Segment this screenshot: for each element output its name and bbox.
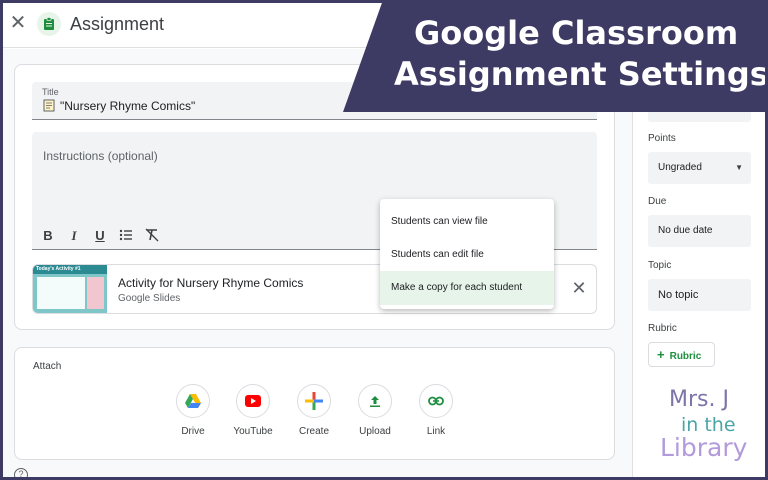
attach-create-button[interactable]: Create [284, 384, 344, 437]
add-rubric-button[interactable]: + Rubric [648, 342, 715, 367]
for-selector[interactable] [648, 96, 751, 122]
attach-link-button[interactable]: Link [406, 384, 466, 437]
dropdown-arrow-icon: ▼ [735, 163, 743, 172]
title-label: Title [42, 87, 59, 97]
link-icon [428, 396, 444, 406]
slides-thumbnail: Today's Activity #1 [33, 265, 107, 313]
bold-button[interactable]: B [40, 228, 56, 244]
plus-icon: + [657, 347, 665, 362]
due-select[interactable]: No due date [648, 215, 751, 247]
bullet-list-icon[interactable] [118, 228, 134, 244]
menu-item-copy[interactable]: Make a copy for each student [380, 271, 554, 305]
points-label: Points [648, 133, 676, 144]
banner-title-line1: Google Classroom [414, 14, 739, 52]
instructions-input[interactable]: Instructions (optional) [43, 149, 158, 163]
attachment-type: Google Slides [118, 293, 181, 304]
assignment-icon [37, 12, 61, 36]
banner-title-line2: Assignment Settings [394, 55, 768, 93]
attach-drive-button[interactable]: Drive [163, 384, 223, 437]
page-title: Assignment [70, 14, 165, 34]
clear-format-icon[interactable] [144, 228, 160, 244]
attach-youtube-button[interactable]: YouTube [223, 384, 283, 437]
mrs-j-logo: Mrs. J in the Library [660, 387, 748, 462]
title-input[interactable]: "Nursery Rhyme Comics" [60, 99, 195, 113]
attach-section: Attach Drive YouTube Create Upload Link [14, 347, 615, 460]
format-toolbar: B I U [40, 228, 160, 244]
note-icon [43, 99, 55, 112]
topic-select[interactable]: No topic [648, 279, 751, 311]
rubric-label: Rubric [648, 323, 677, 334]
italic-button[interactable]: I [66, 228, 82, 244]
attachment-name[interactable]: Activity for Nursery Rhyme Comics [118, 276, 303, 290]
remove-attachment-icon[interactable]: ✕ [569, 278, 589, 298]
close-icon[interactable]: ✕ [9, 13, 27, 33]
attach-upload-button[interactable]: Upload [345, 384, 405, 437]
help-icon[interactable]: ? [14, 468, 28, 480]
menu-item-view[interactable]: Students can view file [380, 205, 554, 239]
youtube-icon [245, 395, 261, 407]
drive-icon [185, 394, 201, 408]
points-select[interactable]: Ungraded ▼ [648, 152, 751, 184]
menu-item-edit[interactable]: Students can edit file [380, 238, 554, 272]
underline-button[interactable]: U [92, 228, 108, 244]
topic-label: Topic [648, 260, 672, 271]
attach-label: Attach [33, 361, 62, 372]
plus-icon [305, 392, 323, 410]
due-label: Due [648, 196, 667, 207]
upload-icon [370, 396, 380, 407]
share-options-menu: Students can view file Students can edit… [380, 199, 554, 309]
